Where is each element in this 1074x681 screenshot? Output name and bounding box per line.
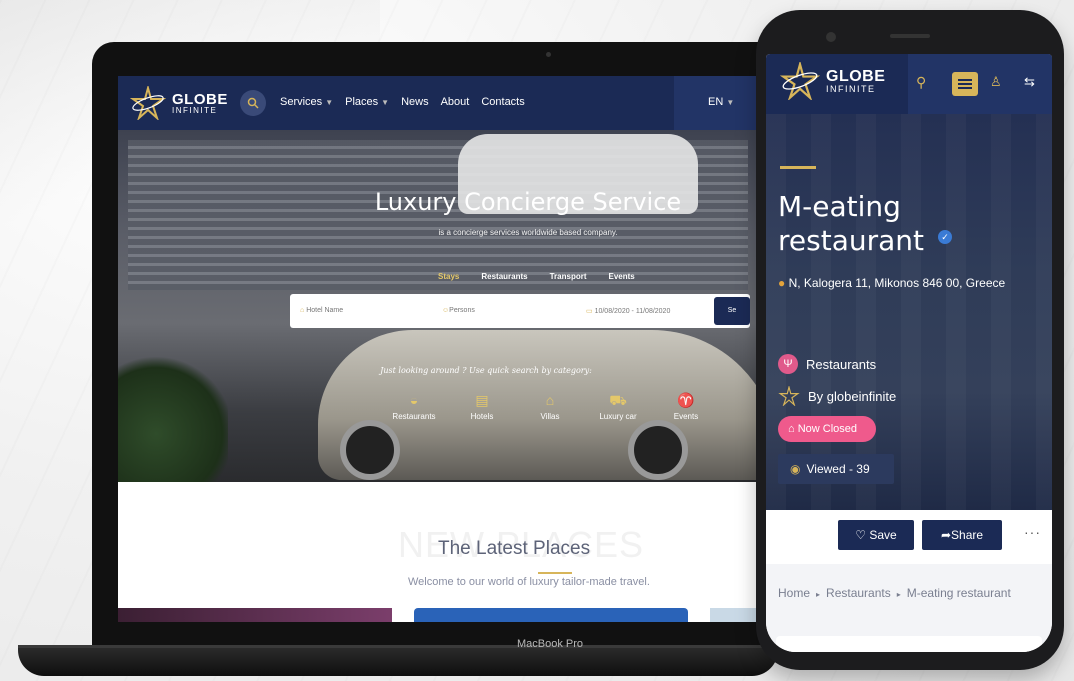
search-tabs: Stays Restaurants Transport Events bbox=[438, 272, 635, 281]
place-card[interactable] bbox=[118, 608, 392, 622]
laptop-camera bbox=[546, 52, 551, 57]
nav-item-places[interactable]: Places ▼ bbox=[345, 96, 389, 108]
verified-check-icon: ✓ bbox=[938, 230, 952, 244]
listing-address: ● N, Kalogera 11, Mikonos 846 00, Greece bbox=[778, 276, 1006, 290]
nav-item-about[interactable]: About bbox=[441, 96, 470, 108]
place-card[interactable] bbox=[414, 608, 688, 622]
section-title: The Latest Places bbox=[438, 538, 591, 559]
breadcrumb-home[interactable]: Home bbox=[778, 586, 810, 600]
site-header: GLOBE INFINITE Services ▼ Places ▼ News Ab… bbox=[118, 76, 758, 130]
search-submit-button[interactable]: Se bbox=[714, 297, 750, 325]
status-badge: ⌂ Now Closed bbox=[778, 416, 876, 442]
listing-category[interactable]: Ψ Restaurants bbox=[778, 354, 876, 374]
car-icon: ⛟ bbox=[609, 392, 627, 408]
search-icon bbox=[247, 97, 259, 109]
nav-item-news[interactable]: News bbox=[401, 96, 429, 108]
category-hotels[interactable]: ▤ Hotels bbox=[458, 392, 506, 421]
persons-field[interactable]: ☺Persons bbox=[442, 307, 475, 314]
bed-icon: ⌂ bbox=[300, 307, 305, 314]
hotel-name-field[interactable]: ⌂ Hotel Name bbox=[300, 307, 343, 314]
site-logo[interactable]: GLOBE INFINITE bbox=[130, 86, 228, 120]
search-icon[interactable]: ⚲ bbox=[916, 74, 926, 91]
category-luxury-car[interactable]: ⛟ Luxury car bbox=[594, 392, 642, 421]
share-icon: ➦ bbox=[940, 528, 952, 542]
fork-knife-icon: Ψ bbox=[778, 354, 798, 374]
breadcrumb: Home ▸ Restaurants ▸ M-eating restaurant bbox=[778, 586, 1028, 602]
logo-line1: GLOBE bbox=[826, 67, 886, 85]
section-divider bbox=[538, 572, 572, 574]
hero-subtitle: is a concierge services worldwide based … bbox=[438, 228, 618, 237]
cocktail-icon: ♈ bbox=[677, 392, 695, 408]
globe-star-icon bbox=[130, 86, 166, 120]
language-selector[interactable]: EN ▼ bbox=[708, 96, 734, 108]
hamburger-menu-button[interactable] bbox=[952, 72, 978, 96]
heart-icon: ♡ bbox=[855, 528, 867, 542]
location-pin-icon: ● bbox=[778, 276, 786, 290]
breadcrumb-category[interactable]: Restaurants bbox=[826, 586, 891, 600]
place-card[interactable] bbox=[710, 608, 758, 622]
category-shortcuts: ◒ Restaurants ▤ Hotels ⌂ Villas ⛟ Luxury car… bbox=[390, 392, 710, 421]
description-card bbox=[776, 636, 1042, 652]
car-wheel bbox=[340, 420, 400, 480]
search-form: ⌂ Hotel Name ☺Persons ▭ 10/08/2020 - 11/… bbox=[290, 294, 750, 328]
laptop-screen: GLOBE INFINITE Services ▼ Places ▼ News Ab… bbox=[118, 76, 758, 622]
category-restaurants[interactable]: ◒ Restaurants bbox=[390, 392, 438, 421]
main-nav: Services ▼ Places ▼ News About Contacts bbox=[280, 96, 525, 108]
logo-line2: INFINITE bbox=[826, 83, 876, 94]
tab-events[interactable]: Events bbox=[609, 272, 635, 281]
listing-author[interactable]: By globeinfinite bbox=[778, 386, 896, 406]
building-icon: ⌂ bbox=[545, 392, 555, 408]
hero-title: Luxury Concierge Service bbox=[374, 188, 682, 216]
tab-stays[interactable]: Stays bbox=[438, 272, 459, 281]
breadcrumb-current: M-eating restaurant bbox=[906, 586, 1011, 600]
car-wheel bbox=[628, 420, 688, 480]
eye-icon: ◉ bbox=[790, 462, 801, 476]
category-villas[interactable]: ⌂ Villas bbox=[526, 392, 574, 421]
date-range-field[interactable]: ▭ 10/08/2020 - 11/08/2020 bbox=[586, 307, 670, 315]
title-accent bbox=[780, 166, 816, 169]
logo-line2: INFINITE bbox=[172, 105, 218, 115]
laptop-base bbox=[18, 648, 778, 676]
chevron-right-icon: ▸ bbox=[816, 590, 821, 599]
globe-star-icon bbox=[780, 62, 820, 100]
globe-star-icon bbox=[778, 386, 800, 406]
listing-title: M-eating restaurant bbox=[778, 190, 924, 257]
save-button[interactable]: ♡ Save bbox=[838, 520, 914, 550]
bed-icon: ▤ bbox=[475, 392, 489, 408]
login-icon[interactable]: ⇆ bbox=[1024, 74, 1035, 90]
phone-screen: GLOBE INFINITE ⚲ ♙ ⇆ M-eating restaurant… bbox=[766, 54, 1052, 652]
logo-line1: GLOBE bbox=[172, 90, 228, 108]
hero-banner: Luxury Concierge Service is a concierge … bbox=[118, 130, 758, 482]
lock-icon: ⌂ bbox=[788, 423, 795, 435]
mobile-logo[interactable]: GLOBE INFINITE bbox=[780, 62, 885, 100]
search-button[interactable] bbox=[240, 90, 266, 116]
tab-restaurants[interactable]: Restaurants bbox=[481, 272, 527, 281]
share-button[interactable]: ➦Share bbox=[922, 520, 1002, 550]
phone-camera bbox=[826, 32, 836, 42]
user-icon[interactable]: ♙ bbox=[990, 74, 1002, 90]
listing-hero-image bbox=[766, 114, 1052, 510]
chevron-down-icon: ▼ bbox=[726, 98, 735, 107]
nav-item-services[interactable]: Services ▼ bbox=[280, 96, 333, 108]
chevron-right-icon: ▸ bbox=[896, 590, 901, 599]
chevron-down-icon: ▼ bbox=[381, 98, 390, 107]
section-subtitle: Welcome to our world of luxury tailor-ma… bbox=[408, 576, 650, 588]
phone-speaker bbox=[890, 34, 930, 38]
quick-search-text: Just looking around ? Use quick search b… bbox=[380, 366, 592, 375]
chevron-down-icon: ▼ bbox=[325, 98, 334, 107]
calendar-icon: ▭ bbox=[586, 308, 593, 315]
dish-icon: ◒ bbox=[409, 392, 419, 408]
tab-transport[interactable]: Transport bbox=[550, 272, 587, 281]
laptop-model-label: MacBook Pro bbox=[516, 638, 584, 650]
more-options-button[interactable]: ··· bbox=[1024, 524, 1041, 540]
category-events[interactable]: ♈ Events bbox=[662, 392, 710, 421]
view-counter: ◉ Viewed - 39 bbox=[778, 454, 894, 484]
nav-item-contacts[interactable]: Contacts bbox=[481, 96, 524, 108]
